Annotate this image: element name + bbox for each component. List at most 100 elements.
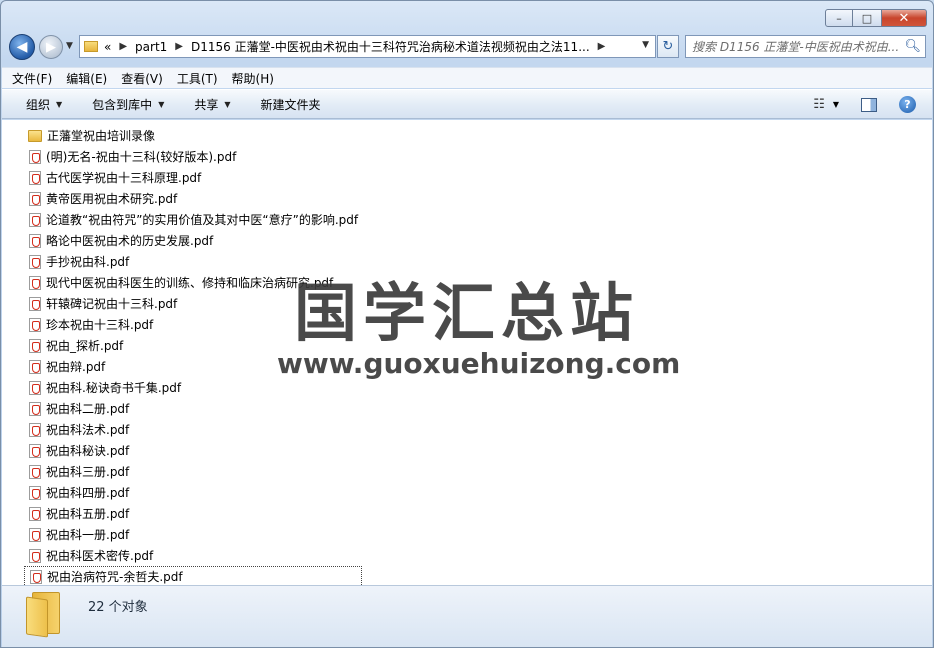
file-name: 现代中医祝由科医生的训练、修持和临床治病研究.pdf	[46, 276, 334, 290]
file-list-item[interactable]: 祝由科.秘诀奇书千集.pdf	[24, 377, 362, 398]
forward-arrow-icon: ▶	[46, 39, 56, 55]
file-name: 手抄祝由科.pdf	[46, 255, 130, 269]
file-name: 祝由科五册.pdf	[46, 507, 130, 521]
watermark-title: 国学汇总站	[294, 277, 639, 350]
pdf-file-icon	[29, 296, 41, 311]
chevron-down-icon: ▼	[224, 99, 231, 109]
pdf-file-icon	[29, 464, 41, 479]
file-list-item[interactable]: 祝由科四册.pdf	[24, 482, 362, 503]
pdf-file-icon	[29, 359, 41, 374]
pdf-file-icon	[29, 443, 41, 458]
file-name: 祝由科医术密传.pdf	[46, 549, 154, 563]
menu-tools[interactable]: 工具(T)	[177, 70, 218, 87]
caption-buttons: – □ ✕	[825, 9, 927, 27]
pdf-file-icon	[29, 233, 41, 248]
include-in-library-label: 包含到库中	[92, 97, 153, 112]
object-count: 22 个对象	[88, 600, 148, 615]
file-name: 祝由_探析.pdf	[46, 339, 124, 353]
file-list-item[interactable]: 祝由科医术密传.pdf	[24, 545, 362, 566]
new-folder-label: 新建文件夹	[260, 97, 321, 112]
address-dropdown-icon[interactable]: ▼	[642, 40, 649, 50]
search-input[interactable]: 搜索 D1156 正藩堂-中医祝由术祝由... 🔍︎	[685, 35, 926, 58]
file-name: 祝由治病符咒-余哲夫.pdf	[47, 570, 183, 584]
pdf-file-icon	[29, 254, 41, 269]
folder-icon	[26, 592, 62, 638]
back-button[interactable]: ◀	[9, 34, 35, 60]
file-list-item[interactable]: 祝由科法术.pdf	[24, 419, 362, 440]
pdf-file-icon	[29, 548, 41, 563]
file-name: (明)无名-祝由十三科(较好版本).pdf	[46, 150, 237, 164]
change-view-icon[interactable]: ☷	[813, 97, 825, 112]
file-list-pane[interactable]: 正藩堂祝由培训录像 (明)无名-祝由十三科(较好版本).pdf 古代医学祝由十三科原…	[2, 120, 932, 585]
menu-view[interactable]: 查看(V)	[121, 70, 163, 87]
file-list-item[interactable]: 祝由治病符咒-余哲夫.pdf	[24, 566, 363, 585]
file-name: 论道教“祝由符咒”的实用价值及其对中医“意疗”的影响.pdf	[46, 213, 359, 227]
chevron-down-icon[interactable]: ▼	[833, 100, 839, 109]
file-list-item[interactable]: 古代医学祝由十三科原理.pdf	[24, 167, 362, 188]
breadcrumb-separator-icon[interactable]: ▶	[119, 41, 127, 52]
maximize-button[interactable]: □	[853, 9, 881, 27]
file-name: 古代医学祝由十三科原理.pdf	[46, 171, 202, 185]
pdf-file-icon	[30, 569, 42, 584]
file-name: 祝由科.秘诀奇书千集.pdf	[46, 381, 182, 395]
pdf-file-icon	[29, 275, 41, 290]
watermark-url: www.guoxuehuizong.com	[277, 347, 681, 380]
breadcrumb-part1[interactable]: part1	[135, 40, 167, 54]
menu-help[interactable]: 帮助(H)	[232, 70, 274, 87]
include-in-library-button[interactable]: 包含到库中 ▼	[92, 96, 164, 113]
folder-icon	[84, 41, 98, 52]
new-folder-button[interactable]: 新建文件夹	[261, 96, 321, 113]
file-list-item[interactable]: 祝由科五册.pdf	[24, 503, 362, 524]
file-list-item[interactable]: 论道教“祝由符咒”的实用价值及其对中医“意疗”的影响.pdf	[24, 209, 362, 230]
forward-button[interactable]: ▶	[39, 35, 63, 59]
organize-button[interactable]: 组织 ▼	[26, 96, 62, 113]
pdf-file-icon	[29, 485, 41, 500]
pdf-file-icon	[29, 317, 41, 332]
file-name: 祝由科二册.pdf	[46, 402, 130, 416]
breadcrumb-separator-icon[interactable]: ▶	[598, 41, 606, 52]
pdf-file-icon	[29, 527, 41, 542]
address-overflow-icon[interactable]: «	[104, 40, 111, 54]
recent-pages-button[interactable]: ▼	[66, 41, 73, 51]
toolbar-right-group: ☷ ▼ ?	[813, 96, 916, 113]
file-list-item[interactable]: 祝由科秘诀.pdf	[24, 440, 362, 461]
file-name: 轩辕碑记祝由十三科.pdf	[46, 297, 178, 311]
refresh-icon: ↻	[662, 39, 674, 54]
close-button[interactable]: ✕	[881, 9, 927, 27]
file-list-item[interactable]: 略论中医祝由术的历史发展.pdf	[24, 230, 362, 251]
command-bar: 组织 ▼ 包含到库中 ▼ 共享 ▼ 新建文件夹 ☷ ▼ ?	[2, 89, 932, 119]
file-name: 珍本祝由十三科.pdf	[46, 318, 154, 332]
share-button[interactable]: 共享 ▼	[194, 96, 230, 113]
help-icon[interactable]: ?	[899, 96, 916, 113]
refresh-button[interactable]: ↻	[657, 35, 679, 58]
details-pane: 22 个对象	[2, 585, 932, 647]
file-list-item[interactable]: 祝由科一册.pdf	[24, 524, 362, 545]
file-name: 祝由科法术.pdf	[46, 423, 130, 437]
chevron-down-icon: ▼	[56, 99, 63, 109]
pdf-file-icon	[29, 338, 41, 353]
file-list-item[interactable]: 正藩堂祝由培训录像	[24, 125, 362, 146]
menu-file[interactable]: 文件(F)	[12, 70, 52, 87]
breadcrumb-current-folder[interactable]: D1156 正藩堂-中医祝由术祝由十三科符咒治病秘术道法视频祝由之法11...	[191, 38, 590, 55]
breadcrumb-separator-icon[interactable]: ▶	[175, 41, 183, 52]
pdf-file-icon	[29, 149, 41, 164]
file-list-item[interactable]: 黄帝医用祝由术研究.pdf	[24, 188, 362, 209]
pdf-file-icon	[29, 422, 41, 437]
file-name: 黄帝医用祝由术研究.pdf	[46, 192, 178, 206]
pdf-file-icon	[29, 380, 41, 395]
pdf-file-icon	[29, 212, 41, 227]
file-name: 略论中医祝由术的历史发展.pdf	[46, 234, 214, 248]
search-icon[interactable]: 🔍︎	[904, 39, 921, 54]
chevron-down-icon: ▼	[158, 99, 165, 109]
file-list-item[interactable]: 祝由科二册.pdf	[24, 398, 362, 419]
preview-pane-icon[interactable]	[861, 97, 877, 112]
menu-edit[interactable]: 编辑(E)	[66, 70, 107, 87]
file-list-item[interactable]: (明)无名-祝由十三科(较好版本).pdf	[24, 146, 362, 167]
pdf-file-icon	[29, 170, 41, 185]
pdf-file-icon	[29, 401, 41, 416]
minimize-button[interactable]: –	[825, 9, 853, 27]
address-bar[interactable]: « ▶ part1 ▶ D1156 正藩堂-中医祝由术祝由十三科符咒治病秘术道法…	[79, 35, 656, 58]
search-placeholder: 搜索 D1156 正藩堂-中医祝由术祝由...	[692, 40, 900, 54]
file-name: 祝由科四册.pdf	[46, 486, 130, 500]
file-list-item[interactable]: 祝由科三册.pdf	[24, 461, 362, 482]
